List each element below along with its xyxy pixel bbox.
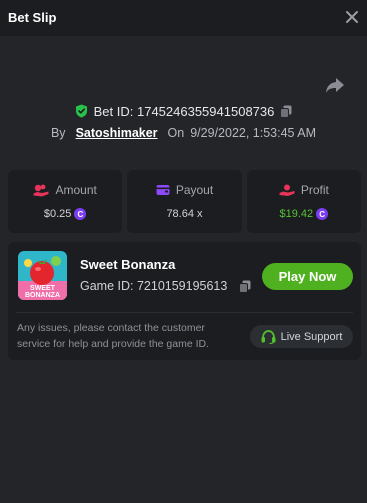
- bet-id-row: Bet ID: 1745246355941508736: [0, 102, 367, 120]
- stat-payout: Payout 78.64 x: [127, 170, 242, 233]
- money-hand-icon: [279, 184, 295, 196]
- by-label: By: [50, 126, 66, 140]
- stat-amount-label: Amount: [55, 183, 97, 197]
- stat-amount: Amount $0.25 C: [8, 170, 123, 233]
- bet-id: Bet ID: 1745246355941508736: [93, 103, 275, 119]
- wallet-icon: [156, 185, 170, 195]
- coin-icon: C: [316, 208, 329, 220]
- stats-row: Amount $0.25 C Payout 78.64 x Profit $19…: [8, 170, 361, 233]
- stat-profit-label: Profit: [300, 183, 329, 197]
- thumb-text-sweet: SWEET: [30, 285, 56, 292]
- game-id: Game ID: 7210159195613: [80, 279, 228, 293]
- copy-icon[interactable]: [280, 105, 292, 118]
- stat-profit-value: $19.42: [279, 208, 314, 220]
- close-icon[interactable]: [345, 10, 359, 24]
- username-link[interactable]: Satoshimaker: [76, 126, 158, 140]
- bet-meta-row: By Satoshimaker On 9/29/2022, 1:53:45 AM: [0, 124, 367, 142]
- live-support-label: Live Support: [280, 330, 343, 343]
- copy-icon[interactable]: [239, 280, 251, 293]
- stat-payout-label: Payout: [175, 183, 214, 197]
- coin-icon: C: [74, 208, 87, 220]
- game-name: Sweet Bonanza: [80, 257, 176, 272]
- stat-profit: Profit $19.42 C: [246, 170, 361, 233]
- bet-slip-header: Bet Slip: [0, 0, 367, 36]
- headset-icon: [261, 329, 276, 344]
- bet-datetime: 9/29/2022, 1:53:45 AM: [190, 126, 317, 140]
- play-now-button[interactable]: Play Now: [262, 263, 353, 290]
- game-thumbnail[interactable]: SWEET BONANZA: [18, 251, 67, 300]
- thumb-text-bonanza: BONANZA: [25, 292, 60, 299]
- coins-hand-icon: [33, 184, 49, 196]
- on-label: On: [167, 126, 185, 140]
- stat-amount-value: $0.25: [43, 208, 72, 220]
- verified-shield-icon: [75, 104, 87, 118]
- support-notice: Any issues, please contact the customer …: [17, 322, 210, 350]
- stat-payout-value: 78.64 x: [166, 208, 203, 220]
- share-icon[interactable]: [325, 77, 345, 95]
- page-title: Bet Slip: [8, 10, 57, 25]
- divider: [16, 312, 353, 313]
- game-card: SWEET BONANZA Sweet Bonanza Game ID: 721…: [8, 242, 361, 360]
- live-support-button[interactable]: Live Support: [250, 325, 353, 348]
